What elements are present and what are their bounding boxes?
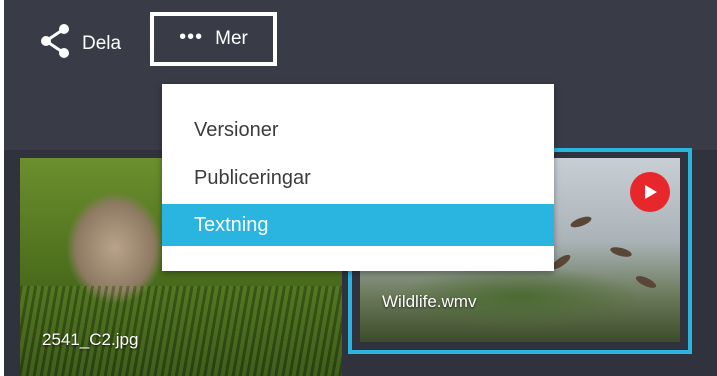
menu-item-label: Versioner bbox=[194, 118, 279, 141]
thumbnail-bird bbox=[609, 245, 633, 259]
more-dots-icon: ••• bbox=[179, 26, 204, 48]
play-icon[interactable] bbox=[630, 172, 670, 212]
more-button[interactable]: ••• Mer bbox=[150, 12, 277, 66]
menu-item-versions[interactable]: Versioner bbox=[162, 109, 554, 151]
thumbnail-bird bbox=[569, 214, 593, 230]
share-icon bbox=[38, 23, 82, 65]
thumbnail-bird bbox=[634, 273, 658, 291]
menu-item-captions[interactable]: Textning bbox=[162, 204, 554, 246]
menu-item-publications[interactable]: Publiceringar bbox=[162, 157, 554, 199]
share-button[interactable]: Dela bbox=[38, 23, 122, 65]
more-label: Mer bbox=[215, 28, 248, 49]
share-label: Dela bbox=[82, 33, 122, 54]
more-dropdown-menu: Versioner Publiceringar Textning bbox=[162, 84, 554, 271]
menu-item-label: Textning bbox=[194, 213, 269, 236]
asset-name: 2541_C2.jpg bbox=[42, 330, 139, 349]
asset-name: Wildlife.wmv bbox=[382, 292, 477, 311]
menu-item-label: Publiceringar bbox=[194, 166, 311, 189]
